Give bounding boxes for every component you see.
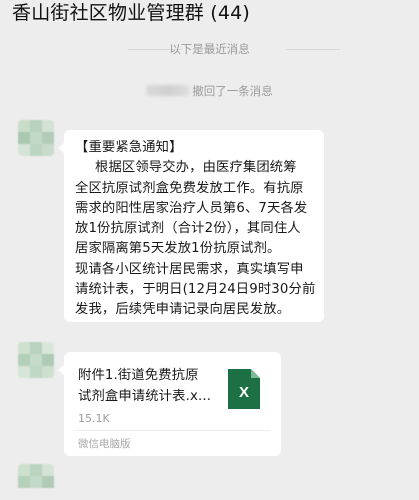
- message-line: 根据区领导交办，由医疗集团统筹: [95, 160, 297, 176]
- divider-text: 以下是最近消息: [169, 42, 250, 56]
- file-divider: [74, 430, 271, 431]
- message-line: 需求的阳性居家治疗人员第6、7天各发: [75, 200, 308, 216]
- message-line: 【重要紧急通知】: [75, 140, 183, 155]
- recent-messages-divider: 以下是最近消息: [0, 40, 419, 58]
- file-name: 附件1.街道免费抗原: [78, 368, 199, 383]
- message-line: 现请各小区统计居民需求，真实填写申: [75, 261, 304, 277]
- message-line: 放1份抗原试剂（合计2份），其同住人: [75, 221, 301, 237]
- file-name: 试剂盒申请统计表.x...: [78, 389, 212, 404]
- message-line: 居家隔离第5天发放1份抗原试剂。: [75, 241, 281, 257]
- sender-avatar[interactable]: [18, 120, 54, 156]
- chat-header: 香山街社区物业管理群 (44): [0, 0, 419, 28]
- message-line: 发我，后续凭申请记录向居民发放。: [75, 302, 291, 318]
- notice-message-text: 【重要紧急通知】 根据区领导交办，由医疗集团统筹 全区抗原试剂盒免费发放工作。有…: [75, 138, 320, 321]
- recall-notice: 撤回了一条消息: [0, 80, 419, 98]
- divider-line-right: [286, 49, 340, 50]
- file-size: 15.1K: [78, 412, 110, 425]
- message-line: 全区抗原试剂盒免费发放工作。有抗原: [75, 180, 304, 196]
- sender-avatar[interactable]: [18, 464, 54, 500]
- message-line: 请统计表，于明日(12月24日9时30分前: [75, 282, 316, 298]
- notice-message-bubble[interactable]: 【重要紧急通知】 根据区领导交办，由医疗集团统筹 全区抗原试剂盒免费发放工作。有…: [58, 130, 324, 322]
- excel-letter: X: [239, 384, 249, 401]
- file-message-bubble[interactable]: 附件1.街道免费抗原 试剂盒申请统计表.x... 15.1K 微信电脑版 X: [58, 352, 281, 456]
- sender-avatar[interactable]: [18, 342, 54, 378]
- excel-file-icon: X: [228, 369, 260, 409]
- recall-text: 撤回了一条消息: [192, 83, 273, 98]
- blurred-username: [146, 85, 191, 96]
- file-source-label: 微信电脑版: [78, 438, 131, 450]
- group-title: 香山街社区物业管理群 (44): [12, 2, 251, 24]
